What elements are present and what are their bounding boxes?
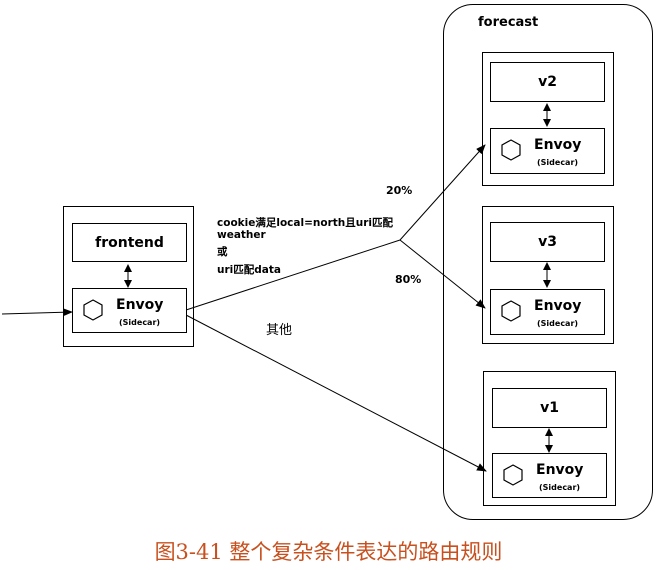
v2-service-box: v2 (490, 62, 605, 102)
hexagon-icon (501, 300, 521, 322)
rule-condition-or: 或 (217, 246, 228, 258)
v3-weight-label: 80% (395, 273, 422, 286)
v1-sidecar-label: (Sidecar) (539, 483, 581, 492)
frontend-service-box: frontend (72, 223, 187, 262)
v3-service-box: v3 (490, 222, 605, 262)
hexagon-icon (503, 464, 523, 486)
other-route-label: 其他 (266, 323, 293, 338)
frontend-service-label: frontend (95, 235, 164, 251)
v1-service-label: v1 (540, 400, 559, 416)
rule-condition-line2: weather (217, 229, 266, 241)
v2-sidecar-label: (Sidecar) (537, 158, 579, 167)
frontend-pod: frontend Envoy (Sidecar) (63, 206, 194, 347)
v3-envoy-box: Envoy (Sidecar) (490, 289, 605, 335)
v1-pod: v1 Envoy (Sidecar) (483, 371, 616, 506)
hexagon-icon (83, 299, 103, 321)
v3-service-label: v3 (538, 234, 557, 250)
rule-condition-line4: uri匹配data (217, 264, 281, 276)
hexagon-icon (501, 139, 521, 161)
frontend-envoy-label: Envoy (116, 297, 164, 313)
rule-condition-line1: cookie满足local=north且uri匹配 (217, 217, 393, 229)
v1-service-box: v1 (492, 388, 607, 428)
v1-envoy-box: Envoy (Sidecar) (492, 453, 607, 498)
v2-envoy-label: Envoy (534, 137, 582, 153)
v2-envoy-box: Envoy (Sidecar) (490, 128, 605, 174)
v3-pod: v3 Envoy (Sidecar) (482, 206, 614, 344)
figure-caption: 图3-41 整个复杂条件表达的路由规则 (154, 540, 503, 564)
v3-sidecar-label: (Sidecar) (537, 319, 579, 328)
v2-weight-label: 20% (386, 184, 413, 197)
route-to-v1 (185, 314, 487, 472)
incoming-arrow (1, 308, 73, 317)
forecast-title: forecast (478, 15, 539, 30)
v1-envoy-label: Envoy (536, 462, 584, 478)
frontend-envoy-box: Envoy (Sidecar) (72, 288, 187, 333)
v2-pod: v2 Envoy (Sidecar) (482, 52, 614, 186)
v2-service-label: v2 (538, 74, 557, 90)
v3-envoy-label: Envoy (534, 298, 582, 314)
frontend-sidecar-label: (Sidecar) (119, 318, 161, 327)
